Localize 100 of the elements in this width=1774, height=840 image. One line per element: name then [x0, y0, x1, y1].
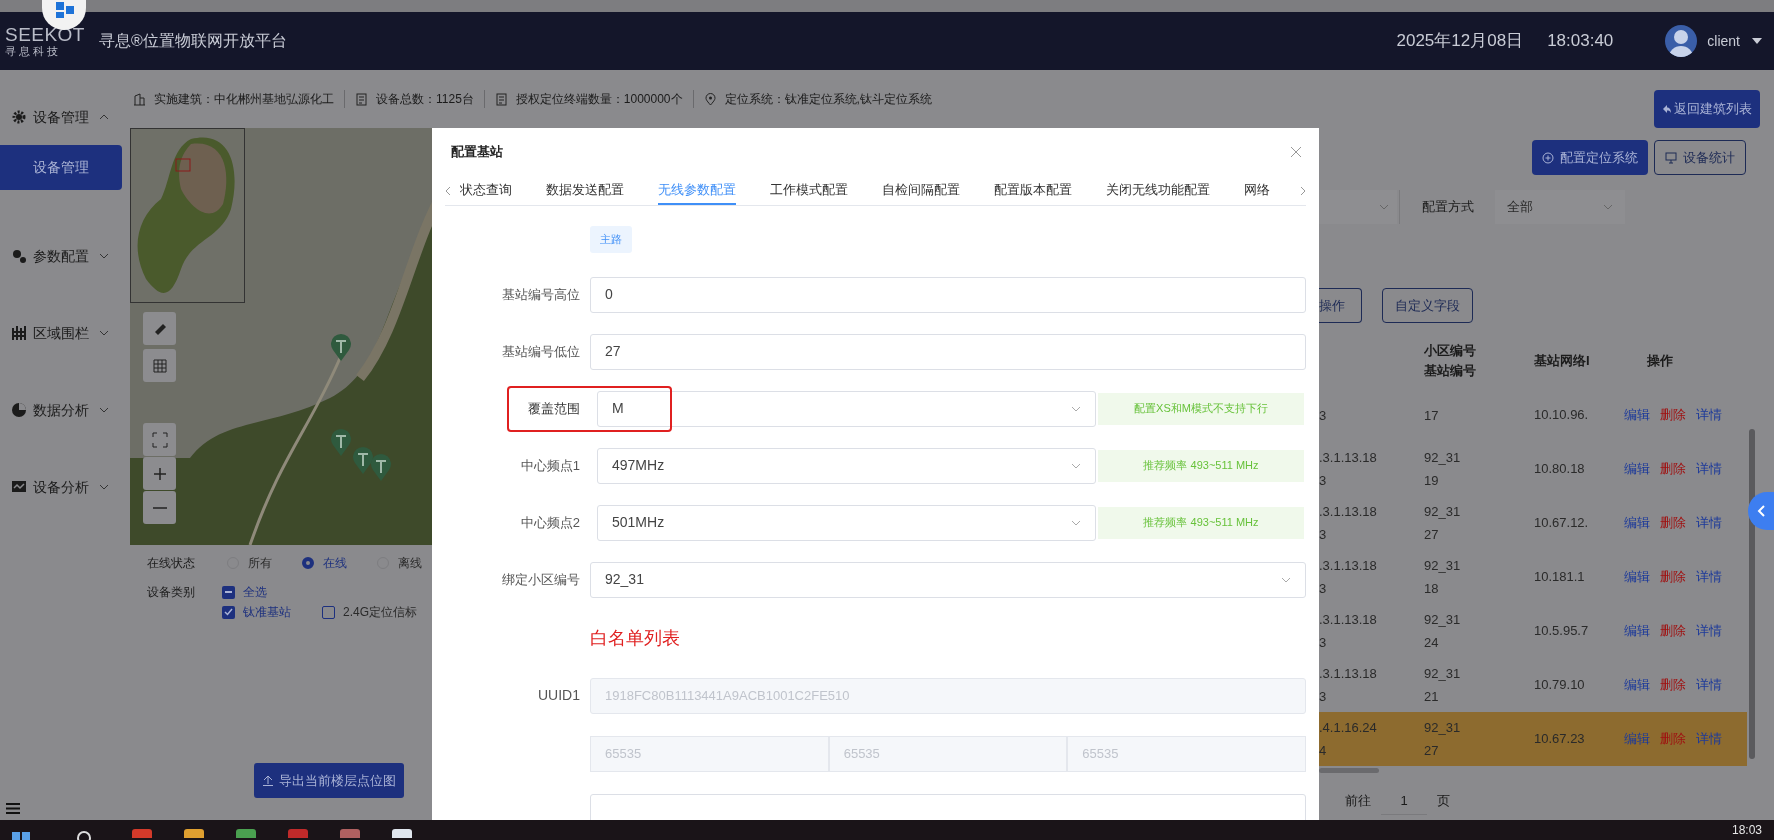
tab[interactable]: 状态查询 — [460, 176, 512, 205]
row-action-link[interactable]: 详情 — [1696, 675, 1722, 695]
user-name[interactable]: client — [1707, 30, 1740, 52]
radio-option[interactable]: 在线 — [302, 554, 347, 572]
sidebar-item[interactable]: 设备分析 — [33, 476, 89, 498]
upload-icon — [262, 775, 273, 786]
table-cell-text: .3.1.13.18 — [1319, 557, 1378, 575]
tab[interactable]: 自检间隔配置 — [882, 176, 960, 205]
grid-icon — [151, 357, 168, 374]
map-pin-icon — [330, 428, 352, 456]
row-action-link[interactable]: 删除 — [1660, 675, 1686, 695]
row-action-link[interactable]: 删除 — [1660, 513, 1686, 533]
doc-icon — [494, 92, 508, 106]
sidebar-subitem[interactable]: 设备管理 — [0, 145, 122, 190]
sidebar-item[interactable]: 区域围栏 — [33, 322, 89, 344]
grid-button[interactable] — [143, 349, 176, 382]
row-action-link[interactable]: 详情 — [1696, 459, 1722, 479]
tab[interactable]: 关闭无线功能配置 — [1106, 176, 1210, 205]
table-cell-text: 3 — [1319, 526, 1328, 544]
plus-circle-icon — [1542, 151, 1554, 164]
checkbox[interactable] — [222, 585, 235, 599]
select-field[interactable]: 501MHz — [597, 504, 1096, 541]
select-field[interactable]: 全部 — [1495, 190, 1625, 224]
fullscreen-icon — [151, 431, 168, 448]
table-row[interactable]: .3.1.13.18 3 92_31 18 10.181.1 编辑 删除 详情 — [1319, 550, 1747, 604]
checkbox[interactable] — [222, 605, 235, 619]
field-label: 覆盖范围 — [527, 399, 580, 418]
radio-button[interactable] — [302, 557, 314, 569]
sidebar-item[interactable]: 参数配置 — [33, 245, 89, 267]
input-field[interactable] — [590, 793, 1306, 820]
row-action-link[interactable]: 编辑 — [1624, 675, 1650, 695]
zoom-out-icon — [152, 506, 167, 509]
zoom-in-button[interactable] — [143, 457, 176, 490]
row-action-link[interactable]: 编辑 — [1624, 405, 1650, 425]
table-row[interactable]: 3 17 10.10.96. 编辑 删除 详情 — [1319, 388, 1747, 442]
field-label: 基站编号低位 — [501, 342, 580, 361]
checkbox-option[interactable]: 2.4G定位信标 — [322, 602, 432, 622]
radio-option[interactable]: 离线 — [377, 554, 422, 572]
table-cell-text: 3 — [1319, 580, 1328, 598]
row-action-link[interactable]: 删除 — [1660, 405, 1686, 425]
row-action-link[interactable]: 删除 — [1660, 621, 1686, 641]
logo-icon — [42, 0, 86, 30]
ruler-button[interactable] — [143, 312, 176, 345]
select-field[interactable]: 92_31 — [590, 561, 1306, 598]
row-action-link[interactable]: 编辑 — [1624, 513, 1650, 533]
table-cell-text: 17 — [1424, 406, 1440, 425]
zoom-out-button[interactable] — [143, 491, 176, 524]
checkbox-option[interactable]: 钛准基站 — [222, 602, 322, 622]
row-action-link[interactable]: 编辑 — [1624, 621, 1650, 641]
tab[interactable]: 数据发送配置 — [546, 176, 624, 205]
row-action-link[interactable]: 详情 — [1696, 513, 1722, 533]
input-field[interactable]: 27 — [590, 333, 1306, 370]
sidebar-item[interactable]: 设备管理 — [33, 106, 89, 128]
fullscreen-button[interactable] — [143, 423, 176, 456]
table-row[interactable]: .3.1.13.18 3 92_31 24 10.5.95.7 编辑 删除 详情 — [1319, 604, 1747, 658]
tab[interactable]: 配置版本配置 — [994, 176, 1072, 205]
row-action-link[interactable]: 删除 — [1660, 567, 1686, 587]
collapse-handle[interactable] — [1748, 492, 1774, 530]
select-field[interactable] — [1319, 190, 1397, 224]
table-cell-text: 10.80.18 — [1534, 460, 1586, 479]
chevron-down-icon — [1281, 576, 1291, 583]
column-header-text: 小区编号 — [1424, 341, 1477, 360]
clock-text: 18:03 — [1731, 823, 1762, 837]
tab[interactable]: 工作模式配置 — [770, 176, 848, 205]
radio-option[interactable]: 所有 — [227, 554, 272, 572]
close-icon[interactable] — [1291, 147, 1301, 157]
table-row[interactable]: .3.1.13.18 3 92_31 19 10.80.18 编辑 删除 详情 — [1319, 442, 1747, 496]
gears-icon — [11, 248, 27, 264]
table-row[interactable]: .3.1.13.18 3 92_31 21 10.79.10 编辑 删除 详情 — [1319, 658, 1747, 712]
input-field[interactable]: 0 — [590, 276, 1306, 313]
row-action-link[interactable]: 详情 — [1696, 405, 1722, 425]
select-field[interactable]: 497MHz — [597, 447, 1096, 484]
filter-label: 在线状态 — [147, 555, 196, 572]
row-action-link[interactable]: 删除 — [1660, 459, 1686, 479]
row-action-link[interactable]: 详情 — [1696, 621, 1722, 641]
row-action-link[interactable]: 详情 — [1696, 567, 1722, 587]
export-button[interactable]: 导出当前楼层点位图 — [254, 763, 404, 798]
row-action-link[interactable]: 编辑 — [1624, 459, 1650, 479]
tab[interactable]: 无线参数配置 — [658, 176, 736, 205]
table-row[interactable]: .3.1.13.18 3 92_31 27 10.67.12. 编辑 删除 详情 — [1319, 496, 1747, 550]
toolbar-button[interactable]: 配置定位系统 — [1532, 140, 1648, 175]
table-button[interactable]: 自定义字段 — [1382, 288, 1473, 323]
column-header-text: 操作 — [1647, 351, 1674, 370]
sidebar-item[interactable]: 数据分析 — [33, 399, 89, 421]
checkbox-option[interactable]: 全选 — [222, 582, 322, 602]
tab[interactable]: 网络 — [1244, 176, 1270, 205]
scrollbar[interactable] — [1749, 429, 1755, 759]
select-field[interactable]: M — [597, 390, 1096, 427]
user-avatar[interactable] — [1665, 25, 1698, 57]
field-label: 中心频点2 — [519, 513, 580, 532]
toolbar-button[interactable]: 设备统计 — [1654, 140, 1746, 175]
map-pin-icon — [330, 333, 352, 361]
checkbox[interactable] — [322, 605, 335, 619]
page-input[interactable]: 1 — [1381, 787, 1427, 815]
horizontal-scrollbar[interactable] — [1319, 768, 1379, 773]
row-action-link[interactable]: 编辑 — [1624, 567, 1650, 587]
back-button[interactable]: 返回建筑列表 — [1654, 90, 1760, 128]
table-cell-text: .4.1.16.24 — [1319, 719, 1378, 737]
check-icon — [224, 608, 233, 616]
table-cell-text: 4 — [1319, 742, 1328, 760]
